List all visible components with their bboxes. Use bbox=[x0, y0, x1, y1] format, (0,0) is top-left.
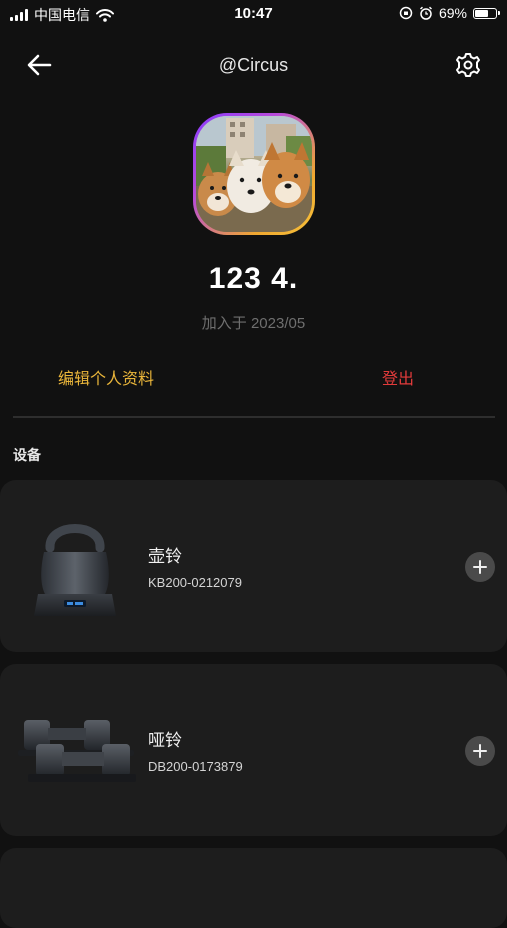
join-date: 加入于 2023/05 bbox=[201, 315, 306, 332]
avatar-photo bbox=[196, 116, 312, 232]
battery-icon bbox=[473, 7, 500, 19]
device-name: 哑铃 bbox=[148, 731, 182, 750]
add-device-button[interactable] bbox=[465, 736, 495, 766]
devices-section-label: 设备 bbox=[13, 447, 41, 463]
page-title: @Circus bbox=[218, 55, 289, 75]
status-bar: 中国电信 10:47 69% bbox=[0, 0, 507, 28]
user-name: 123 4. bbox=[208, 262, 299, 295]
orientation-lock-icon bbox=[399, 6, 413, 20]
battery-fill bbox=[475, 9, 489, 17]
device-serial: DB200-0173879 bbox=[148, 759, 243, 774]
divider bbox=[13, 416, 495, 418]
device-card-kettlebell[interactable]: 壶铃 KB200-0212079 bbox=[0, 480, 507, 652]
dumbbell-icon bbox=[18, 720, 136, 782]
device-serial: KB200-0212079 bbox=[148, 575, 242, 590]
kettlebell-icon bbox=[34, 524, 116, 616]
add-device-button[interactable] bbox=[465, 552, 495, 582]
logout-button[interactable]: 登出 bbox=[382, 365, 414, 389]
device-card-partial[interactable] bbox=[0, 848, 507, 928]
device-name: 壶铃 bbox=[148, 547, 182, 566]
status-right: 69% bbox=[399, 5, 500, 21]
battery-percent: 69% bbox=[438, 5, 467, 21]
edit-profile-button[interactable]: 编辑个人资料 bbox=[58, 365, 154, 389]
gear-icon bbox=[456, 53, 480, 77]
device-card-dumbbell[interactable]: 哑铃 DB200-0173879 bbox=[0, 664, 507, 836]
settings-button[interactable] bbox=[452, 50, 484, 80]
avatar[interactable] bbox=[193, 113, 315, 235]
alarm-icon bbox=[419, 6, 432, 20]
